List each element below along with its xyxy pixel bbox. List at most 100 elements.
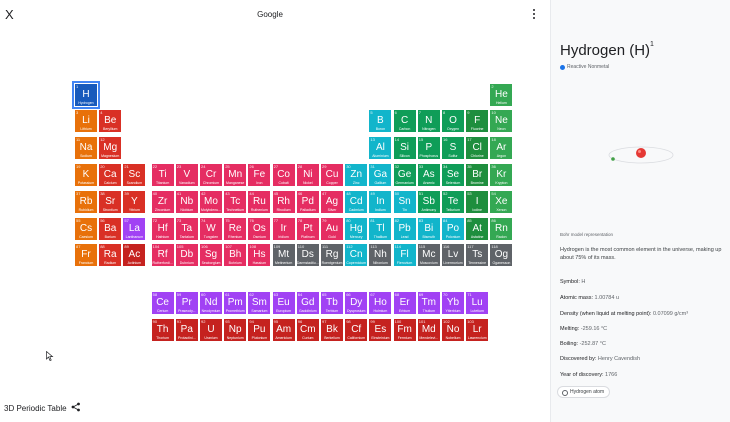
element-cell-np[interactable]: 93 Np Neptunium xyxy=(224,319,247,341)
element-cell-lu[interactable]: 71 Lu Lutetium xyxy=(466,292,489,314)
element-cell-pa[interactable]: 91 Pa Protactini... xyxy=(175,319,198,341)
element-cell-tl[interactable]: 81 Tl Thallium xyxy=(369,218,392,240)
element-cell-cf[interactable]: 98 Cf Californium xyxy=(345,319,368,341)
element-cell-dy[interactable]: 66 Dy Dysprosium xyxy=(345,292,368,314)
element-cell-er[interactable]: 68 Er Erbium xyxy=(393,292,416,314)
element-cell-ho[interactable]: 67 Ho Holmium xyxy=(369,292,392,314)
element-cell-nd[interactable]: 60 Nd Neodymium xyxy=(200,292,222,314)
element-cell-sm[interactable]: 62 Sm Samarium xyxy=(248,292,271,314)
element-cell-i[interactable]: 53 I Iodine xyxy=(466,191,489,213)
element-cell-fe[interactable]: 26 Fe Iron xyxy=(248,164,271,186)
element-cell-mg[interactable]: 12 Mg Magnesium xyxy=(99,137,122,159)
element-cell-ru[interactable]: 44 Ru Ruthenium xyxy=(248,191,271,213)
element-cell-ti[interactable]: 22 Ti Titanium xyxy=(151,164,174,186)
element-cell-ge[interactable]: 32 Ge Germanium xyxy=(393,164,416,186)
element-cell-es[interactable]: 99 Es Einsteinium xyxy=(369,319,392,341)
element-cell-ac[interactable]: 89 Ac Actinium xyxy=(123,244,146,266)
element-cell-pu[interactable]: 94 Pu Plutonium xyxy=(248,319,271,341)
element-cell-bh[interactable]: 107 Bh Bohrium xyxy=(224,244,247,266)
element-cell-am[interactable]: 95 Am Americium xyxy=(272,319,295,341)
element-cell-cn[interactable]: 112 Cn Copernicium xyxy=(345,244,368,266)
element-cell-hg[interactable]: 80 Hg Mercury xyxy=(345,218,368,240)
element-cell-o[interactable]: 8 O Oxygen xyxy=(442,110,464,132)
element-cell-k[interactable]: 19 K Potassium xyxy=(75,164,97,186)
element-cell-pm[interactable]: 61 Pm Promethium xyxy=(224,292,247,314)
element-cell-h[interactable]: 1 H Hydrogen xyxy=(72,81,100,109)
element-cell-cm[interactable]: 96 Cm Curium xyxy=(296,319,319,341)
element-cell-sb[interactable]: 51 Sb Antimony xyxy=(417,191,440,213)
element-cell-lr[interactable]: 103 Lr Lawrencium xyxy=(466,319,489,341)
element-cell-te[interactable]: 52 Te Tellurium xyxy=(442,191,464,213)
element-cell-mn[interactable]: 25 Mn Manganese xyxy=(224,164,247,186)
element-cell-ta[interactable]: 73 Ta Tantalum xyxy=(175,218,198,240)
element-cell-tm[interactable]: 69 Tm Thulium xyxy=(417,292,440,314)
element-cell-zn[interactable]: 30 Zn Zinc xyxy=(345,164,368,186)
element-cell-rb[interactable]: 37 Rb Rubidium xyxy=(75,191,97,213)
element-cell-kr[interactable]: 36 Kr Krypton xyxy=(490,164,513,186)
element-cell-cs[interactable]: 55 Cs Caesium xyxy=(75,218,97,240)
element-cell-rn[interactable]: 86 Rn Radon xyxy=(490,218,513,240)
element-cell-rh[interactable]: 45 Rh Rhodium xyxy=(272,191,295,213)
element-cell-v[interactable]: 23 V Vanadium xyxy=(175,164,198,186)
element-cell-nb[interactable]: 41 Nb Niobium xyxy=(175,191,198,213)
element-cell-no[interactable]: 102 No Nobelium xyxy=(442,319,464,341)
element-cell-br[interactable]: 35 Br Bromine xyxy=(466,164,489,186)
share-icon[interactable] xyxy=(71,402,81,412)
element-cell-s[interactable]: 16 S Sulfur xyxy=(442,137,464,159)
element-cell-ar[interactable]: 18 Ar Argon xyxy=(490,137,513,159)
element-cell-b[interactable]: 5 B Boron xyxy=(369,110,392,132)
element-cell-os[interactable]: 76 Os Osmium xyxy=(248,218,271,240)
element-cell-pb[interactable]: 82 Pb Lead xyxy=(393,218,416,240)
element-cell-sr[interactable]: 38 Sr Strontium xyxy=(99,191,122,213)
element-cell-sg[interactable]: 106 Sg Seaborgium xyxy=(200,244,222,266)
element-cell-au[interactable]: 79 Au Gold xyxy=(321,218,343,240)
element-cell-in[interactable]: 49 In Indium xyxy=(369,191,392,213)
element-cell-cl[interactable]: 17 Cl Chlorine xyxy=(466,137,489,159)
more-options-icon[interactable] xyxy=(531,9,537,21)
element-cell-y[interactable]: 39 Y Yttrium xyxy=(123,191,146,213)
element-cell-mt[interactable]: 109 Mt Meitnerium xyxy=(272,244,295,266)
element-cell-zr[interactable]: 40 Zr Zirconium xyxy=(151,191,174,213)
element-cell-ni[interactable]: 28 Ni Nickel xyxy=(296,164,319,186)
element-cell-cr[interactable]: 24 Cr Chromium xyxy=(200,164,222,186)
hydrogen-atom-chip[interactable]: Hydrogen atom xyxy=(557,386,611,398)
element-cell-yb[interactable]: 70 Yb Ytterbium xyxy=(442,292,464,314)
element-cell-u[interactable]: 92 U Uranium xyxy=(200,319,222,341)
element-cell-bi[interactable]: 83 Bi Bismuth xyxy=(417,218,440,240)
element-cell-pd[interactable]: 46 Pd Palladium xyxy=(296,191,319,213)
element-cell-fm[interactable]: 100 Fm Fermium xyxy=(393,319,416,341)
element-cell-re[interactable]: 75 Re Rhenium xyxy=(224,218,247,240)
element-cell-na[interactable]: 11 Na Sodium xyxy=(75,137,97,159)
element-cell-ga[interactable]: 31 Ga Gallium xyxy=(369,164,392,186)
element-cell-eu[interactable]: 63 Eu Europium xyxy=(272,292,295,314)
element-cell-si[interactable]: 14 Si Silicon xyxy=(393,137,416,159)
element-cell-as[interactable]: 33 As Arsenic xyxy=(417,164,440,186)
element-cell-cu[interactable]: 29 Cu Copper xyxy=(321,164,343,186)
element-cell-md[interactable]: 101 Md Mendelevi... xyxy=(417,319,440,341)
element-cell-la[interactable]: 57 La Lanthanum xyxy=(123,218,146,240)
element-cell-ds[interactable]: 110 Ds Darmstadtiu... xyxy=(296,244,319,266)
element-cell-he[interactable]: 2 He Helium xyxy=(490,84,513,106)
element-cell-sc[interactable]: 21 Sc Scandium xyxy=(123,164,146,186)
element-cell-tc[interactable]: 43 Tc Technetium xyxy=(224,191,247,213)
element-cell-ne[interactable]: 10 Ne Neon xyxy=(490,110,513,132)
element-cell-li[interactable]: 3 Li Lithium xyxy=(75,110,97,132)
element-cell-mo[interactable]: 42 Mo Molybdenu... xyxy=(200,191,222,213)
element-cell-co[interactable]: 27 Co Cobalt xyxy=(272,164,295,186)
element-cell-ca[interactable]: 20 Ca Calcium xyxy=(99,164,122,186)
element-cell-c[interactable]: 6 C Carbon xyxy=(393,110,416,132)
element-cell-nh[interactable]: 113 Nh Nihonium xyxy=(369,244,392,266)
element-cell-ir[interactable]: 77 Ir Iridium xyxy=(272,218,295,240)
element-cell-mc[interactable]: 115 Mc Moscovium xyxy=(417,244,440,266)
element-cell-p[interactable]: 15 P Phosphorus xyxy=(417,137,440,159)
element-cell-ba[interactable]: 56 Ba Barium xyxy=(99,218,122,240)
element-cell-bk[interactable]: 97 Bk Berkelium xyxy=(321,319,343,341)
element-cell-be[interactable]: 4 Be Beryllium xyxy=(99,110,122,132)
element-cell-ce[interactable]: 58 Ce Cerium xyxy=(151,292,174,314)
element-cell-tb[interactable]: 65 Tb Terbium xyxy=(321,292,343,314)
element-cell-w[interactable]: 74 W Tungsten xyxy=(200,218,222,240)
element-cell-po[interactable]: 84 Po Polonium xyxy=(442,218,464,240)
element-cell-sn[interactable]: 50 Sn Tin xyxy=(393,191,416,213)
element-cell-db[interactable]: 105 Db Dubnium xyxy=(175,244,198,266)
element-cell-lv[interactable]: 116 Lv Livermorium xyxy=(442,244,464,266)
